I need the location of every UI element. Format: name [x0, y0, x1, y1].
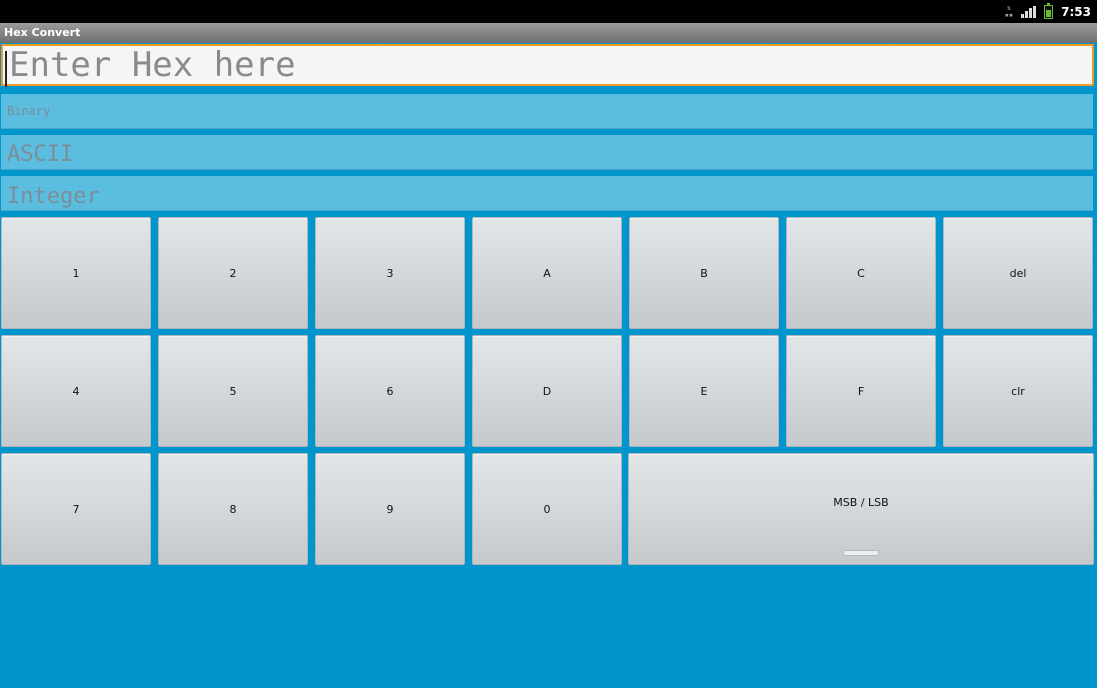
status-time: 7:53 — [1061, 4, 1091, 19]
key-7[interactable]: 7 — [1, 453, 151, 565]
integer-field[interactable]: Integer — [1, 176, 1093, 211]
key-6[interactable]: 6 — [315, 335, 465, 447]
key-3[interactable]: 3 — [315, 217, 465, 329]
status-icons: ⇅ ▪▪ 7:53 — [1005, 0, 1091, 23]
key-d[interactable]: D — [472, 335, 622, 447]
binary-field[interactable]: Binary — [1, 94, 1093, 129]
battery-icon — [1044, 2, 1054, 19]
data-transfer-icon: ⇅ ▪▪ — [1004, 3, 1014, 19]
key-8[interactable]: 8 — [158, 453, 308, 565]
key-2[interactable]: 2 — [158, 217, 308, 329]
key-5[interactable]: 5 — [158, 335, 308, 447]
key-4[interactable]: 4 — [1, 335, 151, 447]
msb-lsb-label: MSB / LSB — [833, 495, 889, 509]
key-a[interactable]: A — [472, 217, 622, 329]
app-title-bar: Hex Convert — [0, 23, 1097, 43]
key-c[interactable]: C — [786, 217, 936, 329]
clear-button[interactable]: clr — [943, 335, 1093, 447]
signal-bars-icon — [1021, 5, 1037, 18]
hex-input[interactable] — [1, 44, 1094, 86]
status-bar: ⇅ ▪▪ 7:53 — [0, 0, 1097, 23]
delete-button[interactable]: del — [943, 217, 1093, 329]
key-f[interactable]: F — [786, 335, 936, 447]
key-1[interactable]: 1 — [1, 217, 151, 329]
text-cursor — [5, 51, 7, 87]
toggle-indicator — [843, 550, 879, 556]
key-9[interactable]: 9 — [315, 453, 465, 565]
key-0[interactable]: 0 — [472, 453, 622, 565]
msb-lsb-toggle-button[interactable]: MSB / LSB — [628, 453, 1094, 565]
key-b[interactable]: B — [629, 217, 779, 329]
key-e[interactable]: E — [629, 335, 779, 447]
app-title: Hex Convert — [4, 26, 81, 39]
ascii-field[interactable]: ASCII — [1, 135, 1093, 170]
